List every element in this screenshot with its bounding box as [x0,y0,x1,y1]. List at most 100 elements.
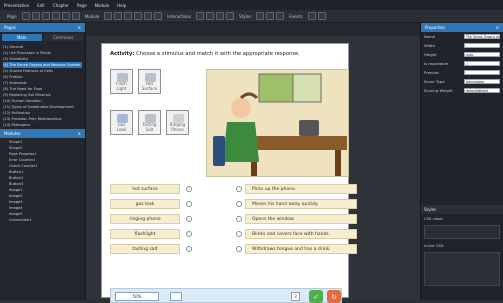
match-row: ringing phone Opens the window. [110,214,358,224]
activity-page: Activity: Choose a stimulus and match it… [101,43,357,303]
stimulus-label: Gas Leak [116,122,127,132]
left-item[interactable]: ringing phone [110,214,180,224]
styles-title: Styles [424,207,437,212]
left-radio[interactable] [186,231,192,237]
module-item[interactable]: Connection1 [3,217,82,223]
right-item[interactable]: Blinks and covers face with hands. [245,229,357,239]
toolbar-button[interactable] [134,12,143,20]
toolbar-button[interactable] [51,12,60,20]
activity-text: Choose a stimulus and match it with the … [136,51,300,57]
toolbar-button[interactable] [266,12,275,20]
close-icon[interactable]: ✕ [78,25,81,30]
prop-label: Preview [424,70,439,75]
toolbar-button[interactable] [114,12,123,20]
toolbar-button[interactable] [256,12,265,20]
toolbar-button[interactable] [317,12,326,20]
prop-row: Name The Sense Organs and Nervous System [421,32,503,41]
right-radio[interactable] [236,201,242,207]
properties-title: Properties [425,25,446,30]
stimulus-flashlight[interactable]: Flash Light [110,69,133,94]
styles-header: Styles [421,205,503,214]
check-button[interactable]: ✓ [309,290,323,303]
toolbar-button[interactable] [307,12,316,20]
toolbar-button[interactable] [226,12,235,20]
left-item[interactable]: tasting salt [110,244,180,254]
toolbar-button[interactable] [21,12,30,20]
right-radio[interactable] [236,246,242,252]
prop-label: Width [424,43,436,48]
toolbar-button[interactable] [71,12,80,20]
right-radio[interactable] [236,186,242,192]
properties-header: Properties ✕ [421,23,503,32]
right-item[interactable]: Opens the window. [245,214,357,224]
left-radio[interactable] [186,216,192,222]
css-class-input[interactable] [424,225,500,239]
menu-chapter[interactable]: Chapter [53,3,69,8]
right-item[interactable]: Picks up the phone. [245,184,357,194]
stimulus-gas-leak[interactable]: Gas Leak [110,110,133,135]
gas-leak-icon [117,114,128,123]
prop-label: Height [424,52,437,57]
left-radio[interactable] [186,246,192,252]
page-item[interactable]: (14) Pathogens [3,122,82,128]
prop-label: Is reportable [424,61,449,66]
left-panel: Pages ✕ Main Commons (1) General (2) Lif… [0,23,86,300]
menubar: Presentation Edit Chapter Page Module He… [0,0,503,10]
match-row: hot surface Picks up the phone. [110,184,358,194]
reset-button[interactable]: ↻ [327,290,341,303]
right-radio[interactable] [236,216,242,222]
menu-help[interactable]: Help [117,3,126,8]
prop-value[interactable] [464,43,500,48]
stimulus-label: Tasting Salt [142,122,157,132]
close-icon[interactable]: ✕ [496,25,499,30]
toolbar-label-interactions: Interactions [167,13,192,19]
tab-main[interactable]: Main [2,34,42,41]
toolbar-button[interactable] [104,12,113,20]
menu-page[interactable]: Page [77,3,87,8]
toolbar-button[interactable] [276,12,285,20]
right-item[interactable]: Moves his hand away quickly. [245,199,357,209]
prop-value[interactable]: ✓ [464,61,500,66]
toolbar-button[interactable] [144,12,153,20]
prop-value[interactable]: auto [464,52,500,57]
menu-edit[interactable]: Edit [37,3,45,8]
pages-tabs: Main Commons [0,32,85,43]
tab-commons[interactable]: Commons [43,34,83,41]
menu-presentation[interactable]: Presentation [4,3,29,8]
left-radio[interactable] [186,201,192,207]
toolbar-button[interactable] [61,12,70,20]
stimulus-label: Ringing Phone [169,122,186,132]
prop-value[interactable]: The Sense Organs and Nervous System [464,34,500,39]
inline-css-input[interactable] [424,252,500,286]
right-item[interactable]: Withdraws tongue and has a drink. [245,244,357,254]
prop-value[interactable]: percentage [464,79,500,84]
editor-canvas[interactable]: Activity: Choose a stimulus and match it… [86,23,420,303]
match-row: gas leak Moves his hand away quickly. [110,199,358,209]
toolbar-button[interactable] [196,12,205,20]
left-item[interactable]: flashlight [110,229,180,239]
toolbar-button[interactable] [31,12,40,20]
prop-value[interactable]: defaultWeight [464,88,500,93]
right-panel: Properties ✕ Name The Sense Organs and N… [420,23,503,300]
stimulus-label: Flash Light [116,81,127,91]
stimulus-ringing-phone[interactable]: Ringing Phone [166,110,189,135]
inline-css-label: Inline CSS: [424,243,445,248]
prop-label: Scoring Weight [424,88,453,93]
toolbar-button[interactable] [216,12,225,20]
toolbar-button[interactable] [124,12,133,20]
toolbar-label-page: Page [7,13,17,19]
prop-value[interactable] [464,70,500,75]
toolbar-button[interactable] [41,12,50,20]
close-icon[interactable]: ✕ [78,131,81,136]
prop-row: Height auto [421,50,503,59]
menu-module[interactable]: Module [95,3,110,8]
illustration-man-at-desk [206,69,349,177]
left-radio[interactable] [186,186,192,192]
stimulus-tasting-salt[interactable]: Tasting Salt [138,110,161,135]
right-radio[interactable] [236,231,242,237]
left-item[interactable]: gas leak [110,199,180,209]
stimulus-hot-surface[interactable]: Hot Surface [138,69,161,94]
toolbar-button[interactable] [206,12,215,20]
left-item[interactable]: hot surface [110,184,180,194]
toolbar-button[interactable] [154,12,163,20]
